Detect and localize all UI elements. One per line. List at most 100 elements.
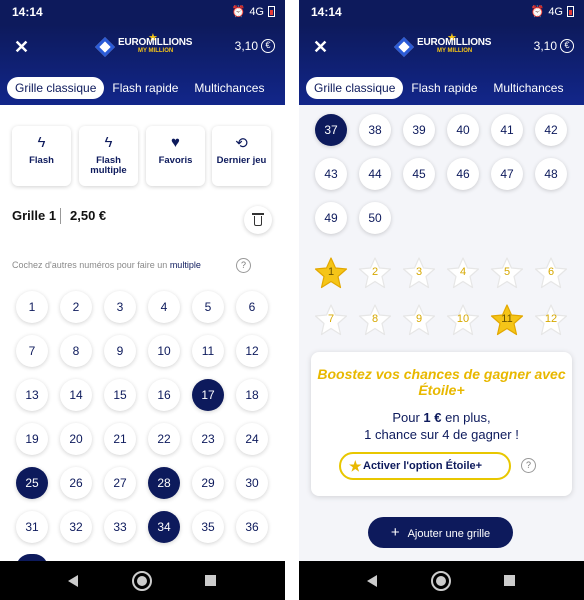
number-ball-37[interactable]: 37 <box>315 114 347 146</box>
number-ball-5[interactable]: 5 <box>192 291 224 323</box>
number-ball-3[interactable]: 3 <box>104 291 136 323</box>
number-ball-45[interactable]: 45 <box>403 158 435 190</box>
cart-amount: 3,10 <box>234 39 258 53</box>
number-ball-19[interactable]: 19 <box>16 423 48 455</box>
number-ball-47[interactable]: 47 <box>491 158 523 190</box>
number-ball-14[interactable]: 14 <box>60 379 92 411</box>
tab-flash-rapide[interactable]: Flash rapide <box>104 77 186 99</box>
number-ball-25[interactable]: 25 <box>16 467 48 499</box>
number-ball-48[interactable]: 48 <box>535 158 567 190</box>
number-ball-9[interactable]: 9 <box>104 335 136 367</box>
number-ball-36[interactable]: 36 <box>236 511 268 543</box>
back-icon[interactable] <box>68 575 78 587</box>
star-ball-5[interactable]: 5 <box>490 256 524 290</box>
multiple-link[interactable]: multiple <box>170 260 201 270</box>
help-icon[interactable]: ? <box>521 458 536 473</box>
number-ball-40[interactable]: 40 <box>447 114 479 146</box>
tab-multichances[interactable]: Multichances <box>485 77 571 99</box>
number-ball-20[interactable]: 20 <box>60 423 92 455</box>
tool-label: Flash multiple <box>90 155 127 176</box>
number-ball-26[interactable]: 26 <box>60 467 92 499</box>
euro-icon: € <box>261 39 275 53</box>
help-icon[interactable]: ? <box>236 258 251 273</box>
number-ball-7[interactable]: 7 <box>16 335 48 367</box>
home-icon[interactable] <box>132 571 152 591</box>
multi-flash-icon: ϟ <box>104 134 113 151</box>
dernier-jeu-button[interactable]: ⟲ Dernier jeu <box>212 126 271 186</box>
number-ball-43[interactable]: 43 <box>315 158 347 190</box>
star-number: 3 <box>415 266 423 278</box>
recent-apps-icon[interactable] <box>205 575 216 586</box>
tab-grille-classique[interactable]: Grille classique <box>306 77 404 99</box>
star-ball-10[interactable]: 10 <box>446 303 480 337</box>
close-icon[interactable]: ✕ <box>313 37 328 58</box>
home-icon[interactable] <box>431 571 451 591</box>
number-ball-4[interactable]: 4 <box>148 291 180 323</box>
favoris-button[interactable]: ♥ Favoris <box>146 126 205 186</box>
number-ball-46[interactable]: 46 <box>447 158 479 190</box>
tab-grille-classique[interactable]: Grille classique <box>7 77 105 99</box>
number-ball-49[interactable]: 49 <box>315 202 347 234</box>
number-ball-41[interactable]: 41 <box>491 114 523 146</box>
number-ball-29[interactable]: 29 <box>192 467 224 499</box>
tab-flash-rapide[interactable]: Flash rapide <box>403 77 485 99</box>
star-ball-4[interactable]: 4 <box>446 256 480 290</box>
number-ball-12[interactable]: 12 <box>236 335 268 367</box>
number-ball-28[interactable]: 28 <box>148 467 180 499</box>
back-icon[interactable] <box>367 575 377 587</box>
number-ball-18[interactable]: 18 <box>236 379 268 411</box>
promo-line-2: 1 chance sur 4 de gagner ! <box>364 427 519 442</box>
number-ball-44[interactable]: 44 <box>359 158 391 190</box>
number-ball-8[interactable]: 8 <box>60 335 92 367</box>
number-ball-6[interactable]: 6 <box>236 291 268 323</box>
delete-grille-button[interactable] <box>244 206 272 234</box>
number-ball-35[interactable]: 35 <box>192 511 224 543</box>
number-ball-21[interactable]: 21 <box>104 423 136 455</box>
flash-button[interactable]: ϟ Flash <box>12 126 71 186</box>
star-ball-8[interactable]: 8 <box>358 303 392 337</box>
number-ball-30[interactable]: 30 <box>236 467 268 499</box>
cart-total: 3,10 € <box>235 39 275 53</box>
number-ball-34[interactable]: 34 <box>148 511 180 543</box>
star-number: 1 <box>327 266 335 278</box>
number-ball-17[interactable]: 17 <box>192 379 224 411</box>
number-ball-27[interactable]: 27 <box>104 467 136 499</box>
close-icon[interactable]: ✕ <box>14 37 29 58</box>
number-ball-2[interactable]: 2 <box>60 291 92 323</box>
status-icons: ⏰ 4G <box>531 5 574 18</box>
star-ball-9[interactable]: 9 <box>402 303 436 337</box>
etoile-plus-promo: Boostez vos chances de gagner avec Étoil… <box>311 352 572 496</box>
number-ball-23[interactable]: 23 <box>192 423 224 455</box>
number-ball-10[interactable]: 10 <box>148 335 180 367</box>
recent-apps-icon[interactable] <box>504 575 515 586</box>
star-ball-3[interactable]: 3 <box>402 256 436 290</box>
star-ball-1[interactable]: 1 <box>314 256 348 290</box>
tab-multichances[interactable]: Multichances <box>186 77 272 99</box>
number-ball-24[interactable]: 24 <box>236 423 268 455</box>
number-ball-13[interactable]: 13 <box>16 379 48 411</box>
promo-title: Boostez vos chances de gagner avec Étoil… <box>317 366 566 398</box>
number-ball-31[interactable]: 31 <box>16 511 48 543</box>
star-ball-2[interactable]: 2 <box>358 256 392 290</box>
number-ball-11[interactable]: 11 <box>192 335 224 367</box>
activate-etoile-plus-button[interactable]: ★ Activer l'option Étoile+ <box>339 452 511 480</box>
star-ball-6[interactable]: 6 <box>534 256 568 290</box>
number-ball-42[interactable]: 42 <box>535 114 567 146</box>
number-ball-50[interactable]: 50 <box>359 202 391 234</box>
number-ball-16[interactable]: 16 <box>148 379 180 411</box>
number-ball-33[interactable]: 33 <box>104 511 136 543</box>
status-bar: 14:14 ⏰ 4G <box>0 0 285 25</box>
star-ball-7[interactable]: 7 <box>314 303 348 337</box>
flash-multiple-button[interactable]: ϟ Flash multiple <box>79 126 138 186</box>
number-ball-22[interactable]: 22 <box>148 423 180 455</box>
star-ball-11[interactable]: 11 <box>490 303 524 337</box>
number-ball-32[interactable]: 32 <box>60 511 92 543</box>
number-ball-38[interactable]: 38 <box>359 114 391 146</box>
number-ball-15[interactable]: 15 <box>104 379 136 411</box>
star-ball-12[interactable]: 12 <box>534 303 568 337</box>
euro-icon: € <box>560 39 574 53</box>
add-grille-button[interactable]: + Ajouter une grille <box>368 517 513 548</box>
number-ball-1[interactable]: 1 <box>16 291 48 323</box>
promo-line-1: Pour 1 € en plus, <box>311 410 572 425</box>
number-ball-39[interactable]: 39 <box>403 114 435 146</box>
